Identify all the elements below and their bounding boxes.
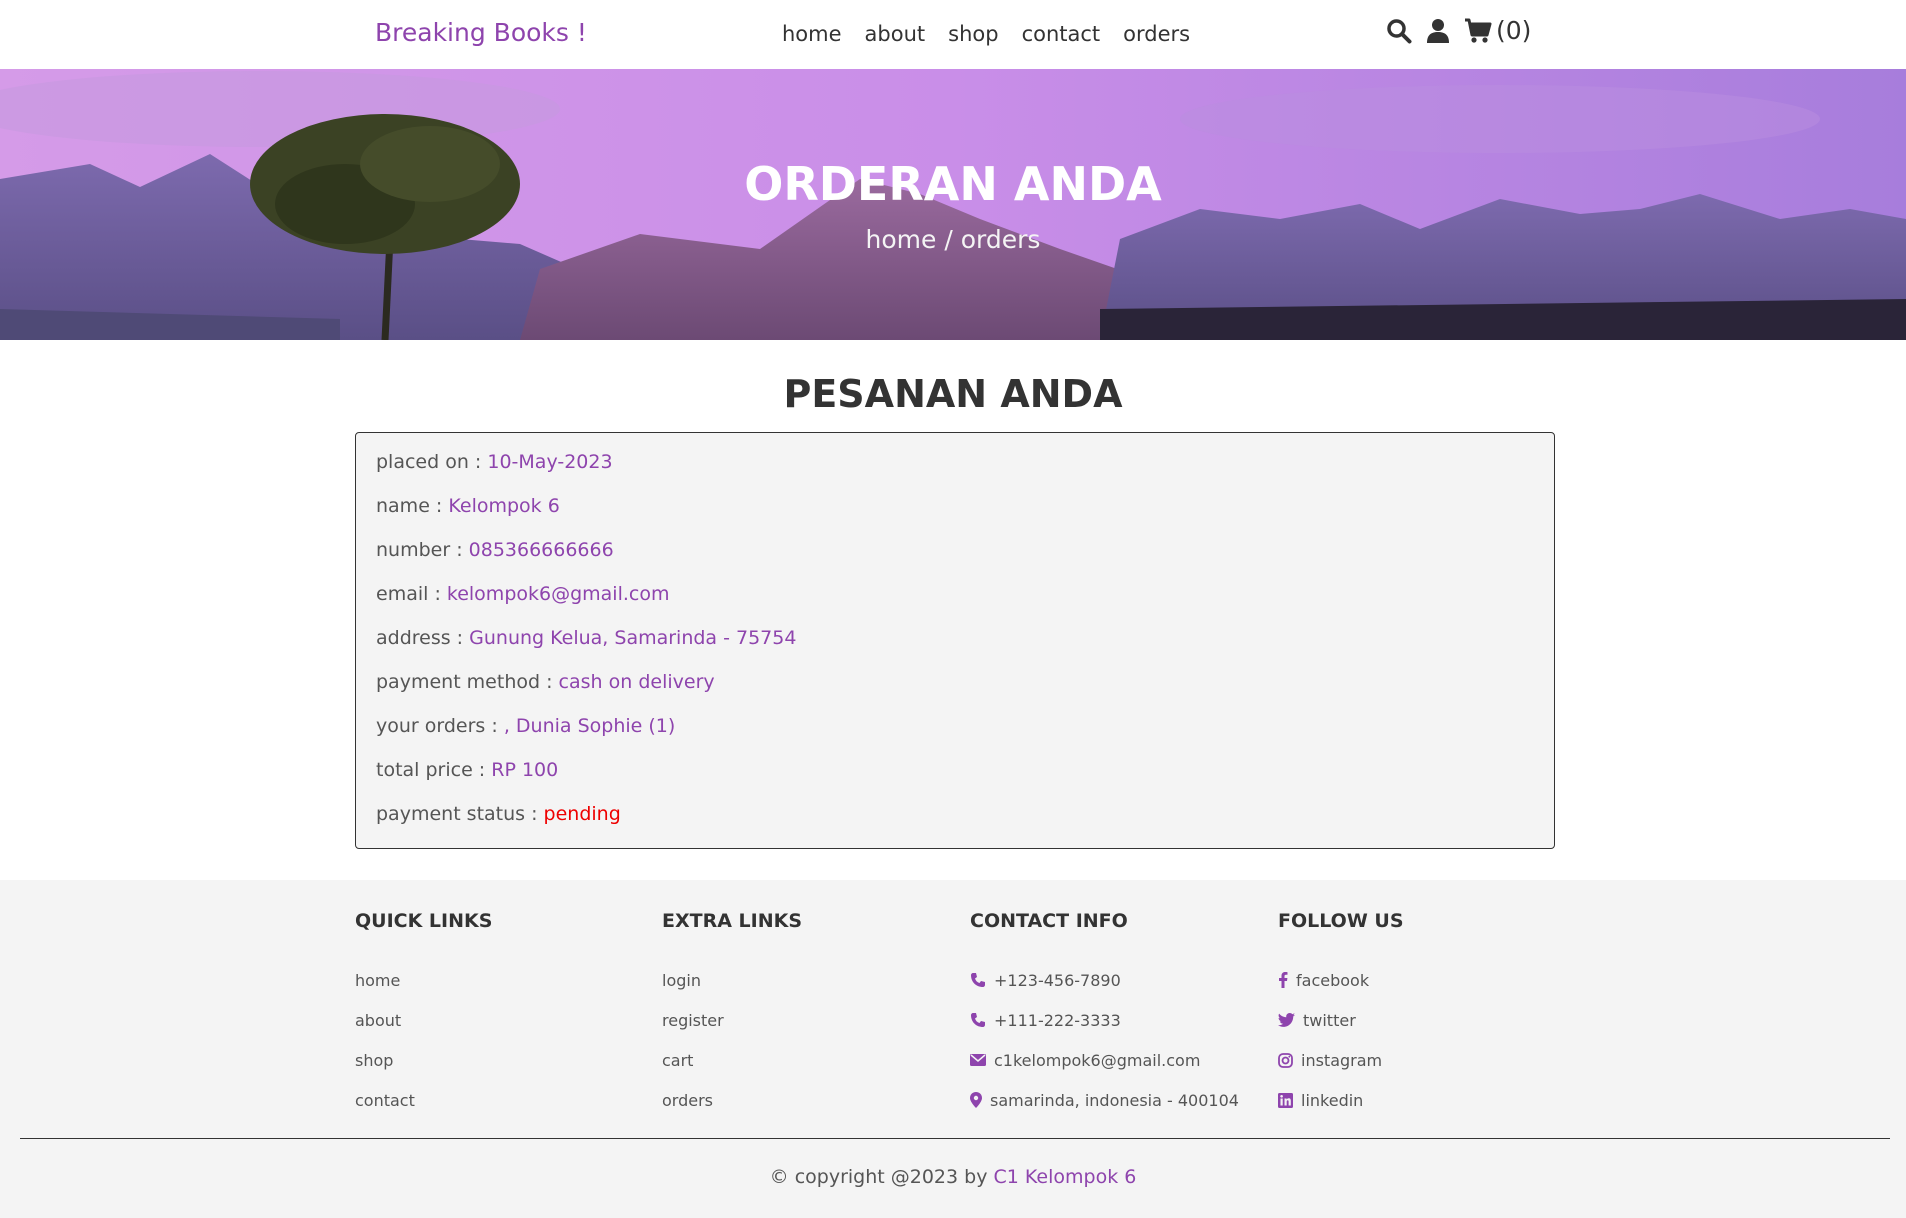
nav-orders[interactable]: orders bbox=[1123, 22, 1190, 46]
phone-icon bbox=[970, 1012, 986, 1028]
extra-links-column: EXTRA LINKS login register cart orders bbox=[662, 910, 802, 1120]
instagram-icon bbox=[1278, 1052, 1293, 1068]
site-footer: QUICK LINKS home about shop contact EXTR… bbox=[0, 880, 1906, 1218]
social-facebook[interactable]: facebook bbox=[1278, 960, 1404, 1000]
map-marker-icon bbox=[970, 1092, 982, 1108]
field-label: placed on : bbox=[376, 451, 488, 473]
follow-us-column: FOLLOW US facebook twitter instagram lin… bbox=[1278, 910, 1404, 1120]
order-email: email : kelompok6@gmail.com bbox=[376, 583, 1534, 627]
field-label: your orders : bbox=[376, 715, 504, 737]
field-value: 10-May-2023 bbox=[487, 451, 613, 473]
section-title: PESANAN ANDA bbox=[783, 372, 1123, 416]
contact-info-title: CONTACT INFO bbox=[970, 910, 1128, 932]
footer-link-home[interactable]: home bbox=[355, 960, 492, 1000]
contact-address: samarinda, indonesia - 400104 bbox=[970, 1080, 1239, 1120]
contact-email: c1kelompok6@gmail.com bbox=[970, 1040, 1239, 1080]
linkedin-icon bbox=[1278, 1092, 1293, 1108]
contact-email-text: c1kelompok6@gmail.com bbox=[994, 1050, 1201, 1070]
social-linkedin[interactable]: linkedin bbox=[1278, 1080, 1404, 1120]
social-twitter[interactable]: twitter bbox=[1278, 1000, 1404, 1040]
page-banner: ORDERAN ANDA home / orders bbox=[0, 69, 1906, 340]
follow-us-title: FOLLOW US bbox=[1278, 910, 1404, 932]
field-value: RP 100 bbox=[491, 759, 559, 781]
field-label: number : bbox=[376, 539, 469, 561]
order-placed-on: placed on : 10-May-2023 bbox=[376, 451, 1534, 495]
contact-phone-2: +111-222-3333 bbox=[970, 1000, 1239, 1040]
contact-phone-1: +123-456-7890 bbox=[970, 960, 1239, 1000]
status-badge: pending bbox=[543, 803, 621, 825]
field-value: Gunung Kelua, Samarinda - 75754 bbox=[469, 627, 797, 649]
footer-link-contact[interactable]: contact bbox=[355, 1080, 492, 1120]
phone-icon bbox=[970, 972, 986, 988]
copyright-prefix: © copyright @2023 by bbox=[769, 1166, 994, 1188]
cart-count: (0) bbox=[1496, 16, 1532, 45]
site-header: Breaking Books ! home about shop contact… bbox=[0, 0, 1906, 69]
contact-info-column: CONTACT INFO +123-456-7890 +111-222-3333… bbox=[970, 910, 1239, 1120]
field-label: address : bbox=[376, 627, 470, 649]
contact-phone-1-text: +123-456-7890 bbox=[994, 970, 1121, 990]
cart-button[interactable]: (0) bbox=[1464, 16, 1531, 45]
quick-links-title: QUICK LINKS bbox=[355, 910, 493, 932]
social-instagram[interactable]: instagram bbox=[1278, 1040, 1404, 1080]
order-items: your orders : , Dunia Sophie (1) bbox=[376, 715, 1534, 759]
order-number: number : 085366666666 bbox=[376, 539, 1534, 583]
copyright-name: C1 Kelompok 6 bbox=[993, 1166, 1137, 1188]
field-value: Kelompok 6 bbox=[448, 495, 560, 517]
footer-link-orders[interactable]: orders bbox=[662, 1080, 802, 1120]
order-payment-status: payment status : pending bbox=[376, 803, 1534, 847]
social-twitter-label: twitter bbox=[1303, 1010, 1356, 1030]
footer-link-cart[interactable]: cart bbox=[662, 1040, 802, 1080]
extra-links-title: EXTRA LINKS bbox=[662, 910, 803, 932]
footer-link-register[interactable]: register bbox=[662, 1000, 802, 1040]
footer-divider bbox=[20, 1138, 1890, 1139]
page-title: ORDERAN ANDA bbox=[744, 157, 1162, 211]
order-total-price: total price : RP 100 bbox=[376, 759, 1534, 803]
cart-icon bbox=[1464, 18, 1492, 44]
field-label: payment method : bbox=[376, 671, 559, 693]
nav-shop[interactable]: shop bbox=[948, 22, 998, 46]
field-label: name : bbox=[376, 495, 449, 517]
contact-address-text: samarinda, indonesia - 400104 bbox=[990, 1090, 1239, 1110]
field-value: kelompok6@gmail.com bbox=[446, 583, 670, 605]
copyright: © copyright @2023 by C1 Kelompok 6 bbox=[0, 1166, 1906, 1188]
footer-link-about[interactable]: about bbox=[355, 1000, 492, 1040]
header-icons: (0) bbox=[1386, 16, 1531, 45]
nav-about[interactable]: about bbox=[865, 22, 926, 46]
breadcrumb-separator: / bbox=[936, 225, 961, 254]
footer-link-shop[interactable]: shop bbox=[355, 1040, 492, 1080]
field-label: email : bbox=[376, 583, 447, 605]
envelope-icon bbox=[970, 1053, 986, 1067]
contact-phone-2-text: +111-222-3333 bbox=[994, 1010, 1121, 1030]
field-value: , Dunia Sophie (1) bbox=[503, 715, 676, 737]
social-facebook-label: facebook bbox=[1296, 970, 1370, 990]
main-nav: home about shop contact orders bbox=[782, 22, 1190, 46]
order-name: name : Kelompok 6 bbox=[376, 495, 1534, 539]
order-payment-method: payment method : cash on delivery bbox=[376, 671, 1534, 715]
user-icon[interactable] bbox=[1426, 18, 1450, 44]
nav-home[interactable]: home bbox=[782, 22, 842, 46]
social-linkedin-label: linkedin bbox=[1301, 1090, 1364, 1110]
quick-links-column: QUICK LINKS home about shop contact bbox=[355, 910, 492, 1120]
breadcrumb-home[interactable]: home bbox=[866, 225, 937, 254]
nav-contact[interactable]: contact bbox=[1022, 22, 1101, 46]
footer-link-login[interactable]: login bbox=[662, 960, 802, 1000]
breadcrumb: home / orders bbox=[0, 225, 1906, 254]
field-value: cash on delivery bbox=[558, 671, 715, 693]
order-address: address : Gunung Kelua, Samarinda - 7575… bbox=[376, 627, 1534, 671]
search-icon[interactable] bbox=[1386, 18, 1412, 44]
logo[interactable]: Breaking Books ! bbox=[375, 18, 587, 47]
field-label: payment status : bbox=[376, 803, 544, 825]
field-label: total price : bbox=[376, 759, 492, 781]
breadcrumb-current: orders bbox=[960, 225, 1041, 254]
field-value: 085366666666 bbox=[468, 539, 614, 561]
order-card: placed on : 10-May-2023 name : Kelompok … bbox=[355, 432, 1555, 849]
twitter-icon bbox=[1278, 1013, 1295, 1027]
facebook-icon bbox=[1278, 972, 1288, 988]
social-instagram-label: instagram bbox=[1301, 1050, 1383, 1070]
